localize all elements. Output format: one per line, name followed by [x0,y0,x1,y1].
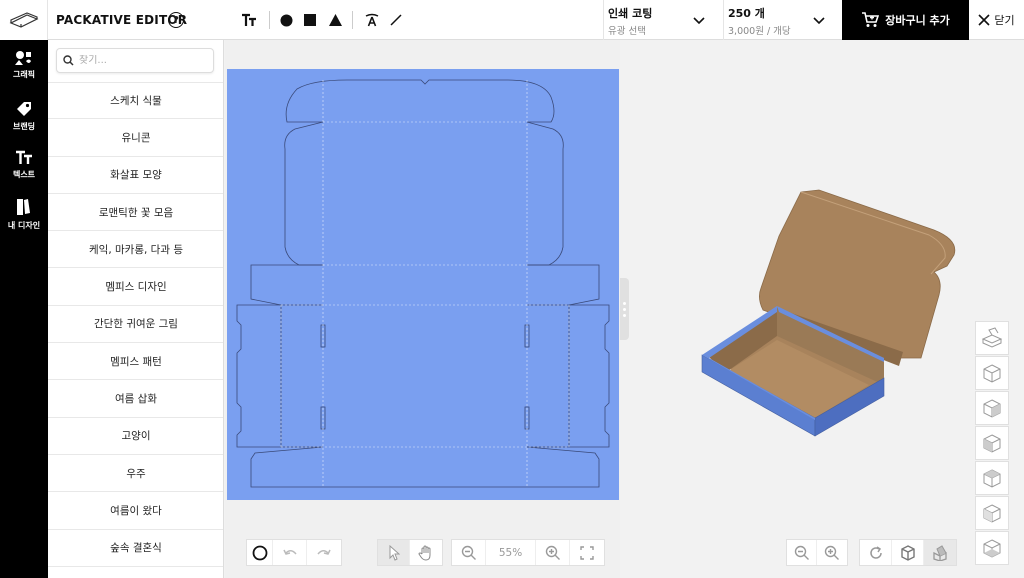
chevron-down-icon [693,17,705,25]
view-iso-box-icon[interactable] [975,356,1009,390]
category-item[interactable]: 케익, 마카롱, 다과 등 [48,231,223,269]
view-back-box-icon[interactable] [975,496,1009,530]
closed-box-button[interactable] [892,540,924,565]
rail-item-graphic[interactable]: 그래픽 [0,50,48,80]
chevron-down-icon [813,17,825,25]
view-side-box-icon[interactable] [975,426,1009,460]
rotate-icon [869,545,882,559]
box-closed-icon [900,544,915,561]
search-box[interactable] [56,48,214,73]
rail-item-branding[interactable]: 브랜딩 [0,100,48,132]
panel-resize-handle[interactable] [620,278,629,340]
view-front-box-icon[interactable] [975,391,1009,425]
coating-select[interactable]: 인쇄 코팅 유광 선택 [603,0,723,40]
dieline-drawing [236,79,610,488]
toolbar-divider [269,11,270,29]
cart-label: 장바구니 추가 [885,14,950,27]
undo-button[interactable] [273,540,307,565]
quantity-select[interactable]: 250 개 3,000원 / 개당 [723,0,842,40]
dieline-artboard[interactable] [227,69,619,500]
close-button[interactable]: 닫기 [969,0,1024,40]
zoom-level: 55% [486,540,536,565]
square-filled-icon[interactable] [300,10,320,30]
fit-screen-button[interactable] [570,540,604,565]
cart-icon [862,12,880,27]
category-item[interactable]: 로맨틱한 꽃 모음 [48,194,223,232]
preview-view-toolbar [859,539,957,566]
toolbar-divider [352,11,353,29]
cursor-mode-toolbar [377,539,443,566]
category-list: 스케치 식물 유니콘 화살표 모양 로맨틱한 꽃 모음 케익, 마카롱, 다과 … [48,82,223,567]
rail-label: 텍스트 [12,170,36,179]
graphics-panel: 스케치 식물 유니콘 화살표 모양 로맨틱한 꽃 모음 케익, 마카롱, 다과 … [48,40,224,578]
category-item[interactable]: 유니콘 [48,119,223,157]
category-item[interactable]: 간단한 귀여운 그림 [48,306,223,344]
box-open-icon [933,544,947,561]
rail-label: 브랜딩 [12,122,36,131]
design-canvas[interactable] [225,40,620,578]
category-item[interactable]: 스케치 식물 [48,82,223,120]
category-item[interactable]: 여름 삽화 [48,380,223,418]
category-item[interactable]: 우주 [48,455,223,493]
tag-icon [17,102,31,116]
search-icon [63,55,74,66]
close-icon [978,14,990,26]
category-item[interactable]: 고양이 [48,418,223,455]
rail-label: 내 디자인 [7,221,41,230]
preview-zoom-out-button[interactable] [787,540,817,565]
3d-preview[interactable] [629,40,1024,578]
search-input[interactable] [79,55,209,66]
box-logo-icon[interactable] [0,0,48,40]
zoom-out-icon [461,545,476,560]
open-box-button[interactable] [924,540,956,565]
select-tool-button[interactable] [378,540,410,565]
background-color-button[interactable] [247,540,273,565]
pointer-icon [389,544,400,561]
rotate-button[interactable] [860,540,892,565]
category-item[interactable]: 화살표 모양 [48,157,223,194]
rail-item-my-design[interactable]: 내 디자인 [0,197,48,231]
view-bottom-box-icon[interactable] [975,531,1009,565]
rail-item-text[interactable]: 텍스트 [0,150,48,180]
zoom-toolbar: 55% [451,539,605,566]
undo-icon [282,549,297,555]
edit-history-toolbar [246,539,342,566]
text-tt-icon[interactable] [239,10,259,30]
pan-tool-button[interactable] [410,540,442,565]
my-design-icon [17,199,30,215]
preview-zoom-in-button[interactable] [817,540,847,565]
question-circle-icon[interactable]: ? [168,12,184,28]
tool-rail: 그래픽 브랜딩 텍스트 내 디자인 [0,40,48,578]
zoom-in-icon [824,545,839,560]
view-angle-buttons [975,321,1009,566]
view-open-box-icon[interactable] [975,321,1009,355]
top-bar: PACKATIVE EDITOR ? 인쇄 코팅 유광 선택 250 개 3,0… [0,0,1024,40]
category-item[interactable]: 멤피스 디자인 [48,268,223,306]
category-item[interactable]: 숲속 결혼식 [48,530,223,567]
fullscreen-icon [580,545,594,560]
rail-label: 그래픽 [12,70,36,79]
text-icon [16,150,32,164]
circle-filled-icon[interactable] [276,10,296,30]
category-item[interactable]: 여름이 왔다 [48,492,223,530]
zoom-in-button[interactable] [536,540,570,565]
text-curve-icon[interactable] [362,10,382,30]
zoom-out-icon [794,545,809,560]
zoom-in-icon [545,545,560,560]
hand-icon [418,544,431,561]
line-icon[interactable] [386,10,406,30]
close-label: 닫기 [994,14,1015,27]
view-top-box-icon[interactable] [975,461,1009,495]
preview-zoom-toolbar [786,539,848,566]
zoom-out-button[interactable] [452,540,486,565]
box-3d-model [701,189,956,437]
redo-icon [317,549,331,555]
triangle-filled-icon[interactable] [325,10,345,30]
add-to-cart-button[interactable]: 장바구니 추가 [842,0,969,40]
redo-button[interactable] [307,540,341,565]
shapes-icon [15,51,31,65]
category-item[interactable]: 멤피스 패턴 [48,343,223,381]
